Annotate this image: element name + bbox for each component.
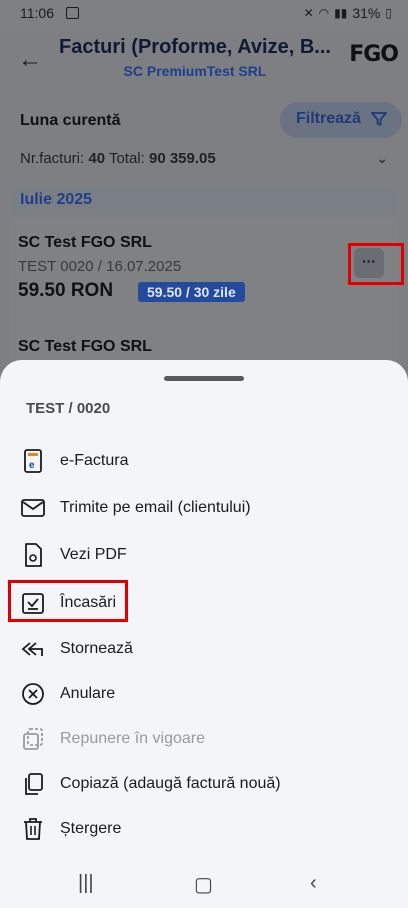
menu-label: Copiază (adaugă factură nouă) — [60, 775, 281, 792]
invoice-count: 40 — [88, 150, 106, 167]
gallery-notification-icon — [66, 7, 79, 19]
reverse-icon — [21, 642, 43, 656]
menu-label: e-Factura — [60, 452, 129, 469]
more-button-highlight — [348, 243, 404, 285]
restore-icon — [23, 728, 43, 750]
invoice-client: SC Test FGO SRL — [18, 338, 152, 355]
mute-icon: ✕ — [303, 6, 314, 20]
menu-item-copy[interactable]: Copiază (adaugă factură nouă) — [0, 763, 408, 805]
filter-label: Filtrează — [296, 110, 361, 127]
invoice-amount: 59.50 RON — [18, 280, 114, 301]
status-bar: 11:06 ✕ ◠ ▮▮ 31% ▯ — [0, 0, 408, 28]
battery-level: 31% — [352, 5, 381, 21]
system-nav-bar: ||| ▢ ‹ — [0, 860, 408, 908]
battery-icon: ▯ — [385, 6, 392, 20]
invoice-summary: Nr.facturi: 40 Total: 90 359.05 — [20, 150, 216, 167]
payment-terms-badge: 59.50 / 30 zile — [138, 282, 245, 302]
total-label: Total: — [108, 150, 145, 167]
pdf-icon — [25, 543, 42, 567]
back-icon[interactable]: ‹ — [310, 872, 317, 895]
menu-label: Ștergere — [60, 820, 122, 837]
actions-bottom-sheet: TEST / 0020 e e-Factura Trimite pe email… — [0, 360, 408, 908]
copy-icon — [25, 773, 43, 795]
menu-label: Vezi PDF — [60, 546, 127, 563]
menu-item-view-pdf[interactable]: Vezi PDF — [0, 534, 408, 576]
email-icon — [21, 499, 45, 517]
wifi-icon: ◠ — [318, 6, 330, 20]
menu-label: Trimite pe email (clientului) — [60, 499, 251, 516]
menu-item-restore[interactable]: Repunere în vigoare — [0, 718, 408, 760]
e-invoice-icon: e — [24, 449, 42, 473]
menu-item-e-factura[interactable]: e e-Factura — [0, 440, 408, 482]
invoice-total: 90 359.05 — [148, 150, 216, 167]
period-label: Luna curentă — [20, 112, 121, 129]
cancel-icon — [22, 683, 44, 705]
page-title: Facturi (Proforme, Avize, B... — [59, 36, 331, 58]
count-label: Nr.facturi: — [20, 150, 85, 167]
invoice-row[interactable]: SC Test FGO SRL TEST 0020 / 16.07.2025 5… — [10, 218, 398, 328]
menu-item-delete[interactable]: Ștergere — [0, 808, 408, 850]
menu-item-reverse[interactable]: Stornează — [0, 628, 408, 670]
trash-icon — [24, 818, 42, 840]
drag-handle[interactable] — [164, 376, 244, 381]
status-time: 11:06 — [20, 5, 54, 21]
menu-label: Anulare — [60, 685, 116, 702]
invoice-reference: TEST 0020 / 16.07.2025 — [18, 258, 182, 275]
month-header: Iulie 2025 — [10, 186, 398, 216]
company-name: SC PremiumTest SRL — [123, 63, 267, 79]
recent-apps-icon[interactable]: ||| — [78, 872, 94, 895]
menu-label: Stornează — [60, 640, 133, 657]
menu-item-cancel[interactable]: Anulare — [0, 673, 408, 715]
home-icon[interactable]: ▢ — [194, 872, 213, 897]
invoice-client: SC Test FGO SRL — [18, 234, 152, 251]
signal-icon: ▮▮ — [334, 6, 348, 20]
back-arrow-icon[interactable]: ← — [18, 46, 42, 74]
menu-item-email[interactable]: Trimite pe email (clientului) — [0, 487, 408, 529]
fgo-logo: FGO — [349, 42, 399, 67]
menu-label: Repunere în vigoare — [60, 730, 205, 747]
chevron-down-icon[interactable]: ⌄ — [376, 150, 388, 167]
filter-button[interactable]: Filtrează — [280, 102, 402, 138]
payments-highlight — [8, 580, 128, 622]
app-header: ← Facturi (Proforme, Avize, B... SC Prem… — [0, 28, 408, 92]
status-indicators: ✕ ◠ ▮▮ 31% ▯ — [304, 5, 392, 21]
filter-icon — [371, 112, 387, 126]
sheet-title: TEST / 0020 — [26, 400, 111, 417]
svg-text:e: e — [29, 460, 35, 471]
